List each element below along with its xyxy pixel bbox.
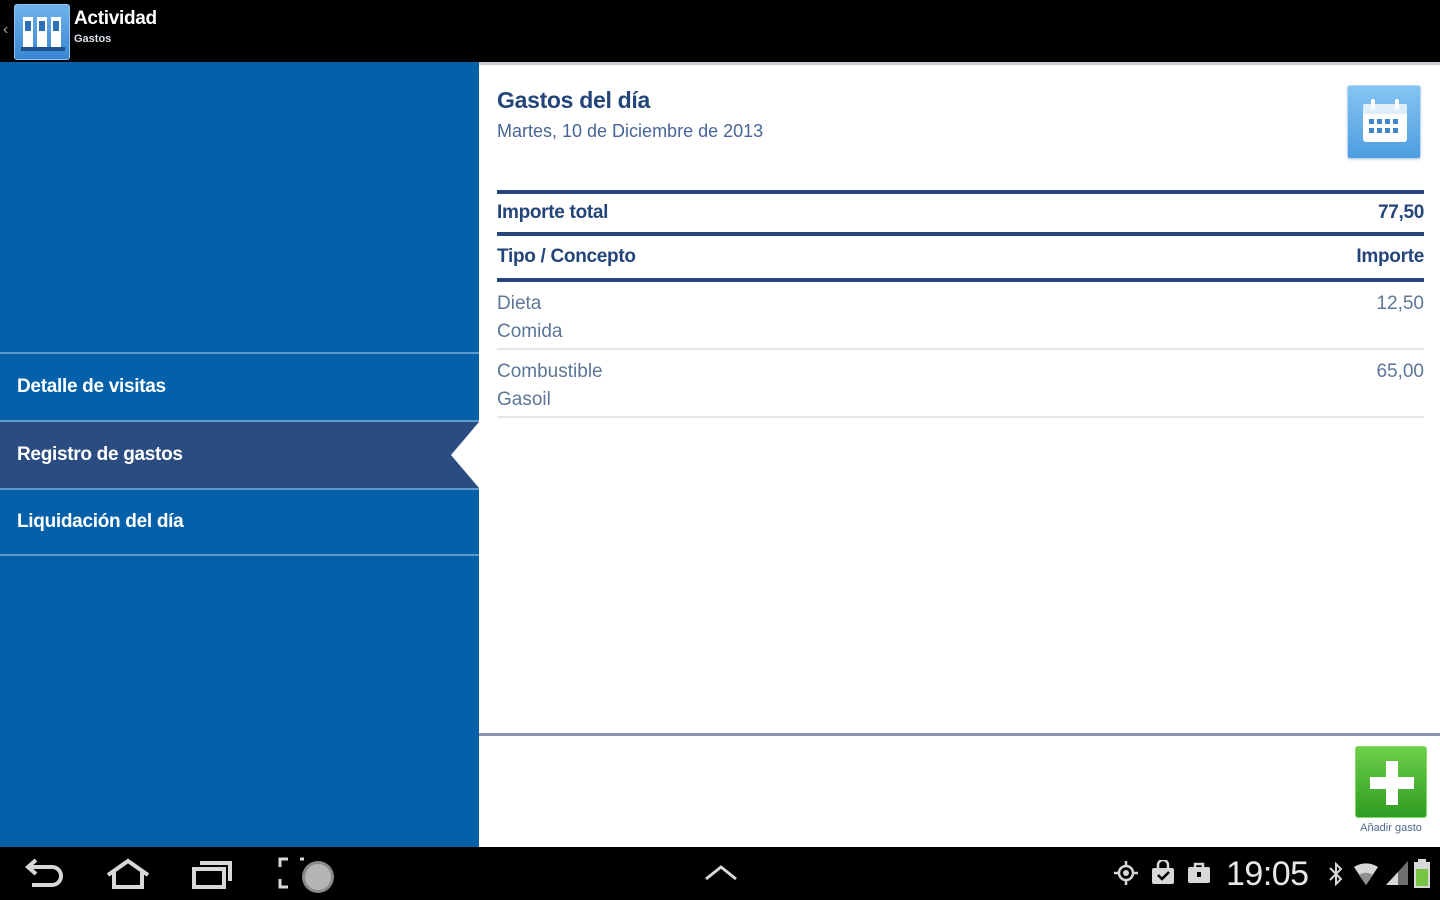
expense-amount: 12,50 bbox=[1376, 293, 1424, 314]
menu-item-label: Registro de gastos bbox=[17, 444, 183, 465]
expenses-table: Importe total 77,50 Tipo / Concepto Impo… bbox=[497, 190, 1424, 418]
home-icon[interactable] bbox=[104, 857, 152, 891]
expense-type: Combustible bbox=[497, 361, 603, 382]
battery-icon bbox=[1414, 859, 1430, 888]
menu-item-liquidacion-dia[interactable]: Liquidación del día bbox=[0, 488, 479, 556]
page-title: Gastos del día bbox=[497, 87, 651, 113]
bottom-action-bar: Añadir gasto bbox=[479, 733, 1440, 847]
menu-item-registro-gastos[interactable]: Registro de gastos bbox=[0, 420, 479, 488]
app-subtitle: Gastos bbox=[74, 33, 112, 45]
column-header-concept: Tipo / Concepto bbox=[497, 246, 636, 267]
expense-concept: Comida bbox=[497, 321, 563, 342]
table-header: Tipo / Concepto Importe bbox=[497, 236, 1424, 282]
add-expense-button[interactable] bbox=[1355, 746, 1427, 818]
total-value: 77,50 bbox=[1377, 202, 1424, 223]
system-nav-bar: 19:05 bbox=[0, 847, 1440, 900]
back-icon[interactable] bbox=[22, 857, 66, 891]
add-expense-label: Añadir gasto bbox=[1360, 822, 1422, 834]
expense-concept: Gasoil bbox=[497, 389, 551, 410]
recent-apps-icon[interactable] bbox=[190, 857, 234, 891]
table-row[interactable]: Combustible Gasoil 65,00 bbox=[497, 350, 1424, 418]
action-bar: ‹ Actividad Gastos bbox=[0, 0, 1440, 62]
briefcase-icon bbox=[1188, 862, 1210, 883]
column-header-amount: Importe bbox=[1356, 246, 1424, 267]
app-logo-icon[interactable] bbox=[14, 4, 70, 60]
app-title: Actividad bbox=[74, 8, 157, 29]
shopping-bag-icon bbox=[1152, 860, 1174, 884]
expenses-content: Gastos del día Martes, 10 de Diciembre d… bbox=[479, 62, 1440, 847]
total-row: Importe total 77,50 bbox=[497, 190, 1424, 236]
menu-item-detalle-visitas[interactable]: Detalle de visitas bbox=[0, 352, 479, 420]
calendar-button[interactable] bbox=[1347, 85, 1421, 159]
gps-icon bbox=[1114, 861, 1138, 885]
table-row[interactable]: Dieta Comida 12,50 bbox=[497, 282, 1424, 350]
plus-icon bbox=[1370, 761, 1414, 805]
left-menu-panel: Detalle de visitas Registro de gastos Li… bbox=[0, 62, 479, 847]
expense-amount: 65,00 bbox=[1376, 361, 1424, 382]
chevron-left-icon[interactable]: ‹ bbox=[3, 22, 8, 38]
total-label: Importe total bbox=[497, 202, 609, 223]
section-menu: Detalle de visitas Registro de gastos Li… bbox=[0, 352, 479, 556]
calendar-icon bbox=[1363, 99, 1407, 142]
status-clock: 19:05 bbox=[1226, 855, 1309, 893]
signal-icon bbox=[1386, 861, 1408, 885]
screenshot-icon[interactable] bbox=[276, 855, 340, 895]
chevron-up-icon[interactable] bbox=[702, 861, 740, 887]
wifi-icon bbox=[1354, 863, 1378, 885]
menu-item-label: Liquidación del día bbox=[17, 511, 184, 532]
menu-item-label: Detalle de visitas bbox=[17, 376, 166, 397]
bluetooth-icon bbox=[1329, 861, 1343, 887]
expense-type: Dieta bbox=[497, 293, 542, 314]
page-date: Martes, 10 de Diciembre de 2013 bbox=[497, 121, 764, 141]
